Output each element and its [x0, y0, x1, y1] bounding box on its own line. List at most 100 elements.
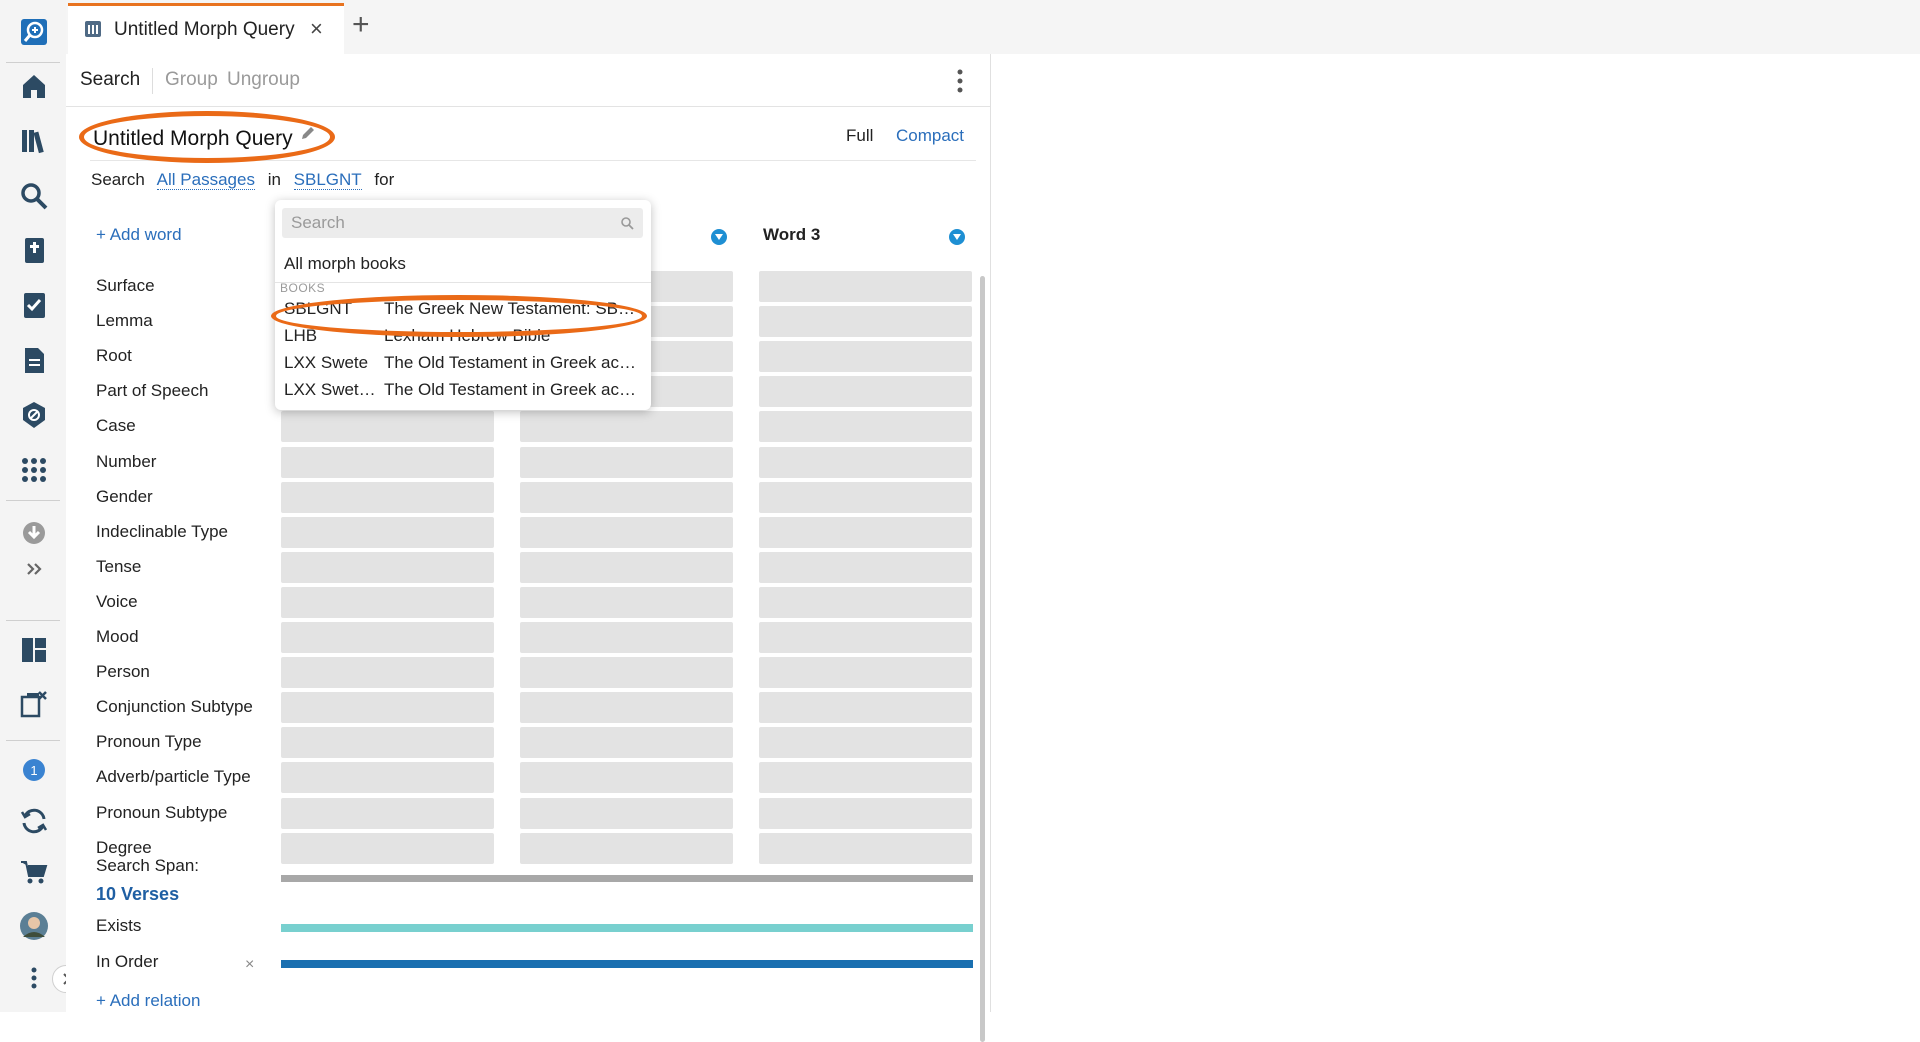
word-2-cell[interactable] — [520, 517, 733, 548]
word-3-cell[interactable] — [759, 482, 972, 513]
word-2-cell[interactable] — [520, 833, 733, 864]
sync-icon[interactable] — [16, 803, 52, 839]
exists-bar[interactable] — [281, 924, 973, 932]
group-button[interactable]: Group — [165, 69, 218, 91]
word-1-cell[interactable] — [281, 798, 494, 829]
in-order-bar[interactable] — [281, 960, 973, 968]
word-2-cell[interactable] — [520, 447, 733, 478]
word-1-cell[interactable] — [281, 552, 494, 583]
search-button[interactable]: Search — [80, 69, 140, 91]
word-2-cell[interactable] — [520, 587, 733, 618]
view-full-button[interactable]: Full — [846, 126, 873, 146]
logos-search-icon[interactable] — [16, 14, 52, 50]
book-search-input[interactable] — [282, 208, 643, 238]
more-icon[interactable] — [16, 960, 52, 996]
word-1-cell[interactable] — [281, 482, 494, 513]
word-2-cell[interactable] — [520, 622, 733, 653]
word-3-cell[interactable] — [759, 517, 972, 548]
library-icon[interactable] — [16, 123, 52, 159]
word-2-cell[interactable] — [520, 727, 733, 758]
add-relation-button[interactable]: + Add relation — [96, 991, 200, 1011]
word-2-menu-icon[interactable] — [711, 229, 727, 245]
word-2-cell[interactable] — [520, 552, 733, 583]
word-1-cell[interactable] — [281, 587, 494, 618]
document-icon[interactable] — [16, 342, 52, 378]
word-1-cell[interactable] — [281, 517, 494, 548]
expand-icon[interactable] — [16, 551, 52, 587]
tab-untitled-morph-query[interactable]: Untitled Morph Query × — [68, 3, 344, 54]
word-3-cell[interactable] — [759, 762, 972, 793]
tab-title: Untitled Morph Query — [114, 19, 295, 40]
word-1-cell[interactable] — [281, 411, 494, 442]
word-3-cell[interactable] — [759, 833, 972, 864]
notifications-icon[interactable]: 1 — [16, 752, 52, 788]
checklist-icon[interactable] — [16, 287, 52, 323]
word-3-cell[interactable] — [759, 411, 972, 442]
close-panels-icon[interactable] — [16, 686, 52, 722]
word-2-cell[interactable] — [520, 798, 733, 829]
apps-grid-icon[interactable] — [16, 452, 52, 488]
word-1-cell[interactable] — [281, 622, 494, 653]
search-span-bar[interactable] — [281, 875, 973, 882]
word-1-cell[interactable] — [281, 447, 494, 478]
all-morph-books-option[interactable]: All morph books — [284, 254, 406, 274]
word-1-cell[interactable] — [281, 727, 494, 758]
word-3-cell[interactable] — [759, 798, 972, 829]
word-2-cell[interactable] — [520, 657, 733, 688]
view-compact-button[interactable]: Compact — [896, 126, 964, 146]
search-span-value[interactable]: 10 Verses — [96, 884, 179, 905]
row-label: Pronoun Subtype — [96, 803, 228, 822]
word-2-cell[interactable] — [520, 762, 733, 793]
word-3-cell[interactable] — [759, 692, 972, 723]
word-3-cell[interactable] — [759, 587, 972, 618]
edit-title-icon[interactable] — [300, 125, 316, 141]
row-label: Surface — [96, 276, 155, 295]
word-3-cell[interactable] — [759, 306, 972, 337]
word-2-cell[interactable] — [520, 482, 733, 513]
row-label: Adverb/particle Type — [96, 767, 251, 786]
book-option-lhb[interactable]: LHB Lexham Hebrew Bible — [275, 324, 651, 350]
word-3-cell[interactable] — [759, 271, 972, 302]
home-icon[interactable] — [16, 68, 52, 104]
books-section-label: BOOKS — [280, 281, 326, 295]
panel-menu-icon[interactable] — [956, 68, 964, 94]
book-selector[interactable]: SBLGNT — [293, 170, 362, 190]
add-word-button[interactable]: + Add word — [96, 225, 182, 245]
bible-icon[interactable] — [16, 232, 52, 268]
word-1-cell[interactable] — [281, 692, 494, 723]
row-label: Gender — [96, 487, 153, 506]
word-3-cell[interactable] — [759, 341, 972, 372]
add-tab-button[interactable]: + — [352, 8, 370, 42]
word-2-cell[interactable] — [520, 692, 733, 723]
word-2-cell[interactable] — [520, 411, 733, 442]
layouts-icon[interactable] — [16, 632, 52, 668]
remove-relation-icon[interactable]: × — [245, 956, 254, 974]
book-option-lxx-swete[interactable]: LXX Swete The Old Testament in Greek acc… — [275, 351, 651, 377]
query-title[interactable]: Untitled Morph Query — [93, 127, 293, 151]
cart-icon[interactable] — [16, 854, 52, 890]
search-icon — [621, 217, 634, 230]
word-1-cell[interactable] — [281, 657, 494, 688]
in-order-label: In Order — [96, 952, 159, 971]
ungroup-button[interactable]: Ungroup — [227, 69, 300, 91]
word-3-menu-icon[interactable] — [949, 229, 965, 245]
word-3-cell[interactable] — [759, 552, 972, 583]
word-3-cell[interactable] — [759, 657, 972, 688]
word-3-cell[interactable] — [759, 376, 972, 407]
word-3-cell[interactable] — [759, 622, 972, 653]
book-option-lxx-swete-apocrypha[interactable]: LXX Swete Apocrypha The Old Testament in… — [275, 378, 651, 404]
vertical-scrollbar[interactable] — [980, 276, 985, 1042]
shield-icon[interactable] — [16, 397, 52, 433]
download-icon[interactable] — [16, 515, 52, 551]
word-3-cell[interactable] — [759, 727, 972, 758]
word-1-cell[interactable] — [281, 833, 494, 864]
word-3-cell[interactable] — [759, 447, 972, 478]
book-option-sblgnt[interactable]: SBLGNT The Greek New Testament: SBL Edit… — [275, 297, 651, 323]
search-icon[interactable] — [16, 178, 52, 214]
close-tab-icon[interactable]: × — [310, 16, 323, 42]
morph-query-panel: Search Group Ungroup Untitled Morph Quer… — [66, 54, 991, 1042]
word-1-cell[interactable] — [281, 762, 494, 793]
avatar[interactable] — [16, 908, 52, 944]
row-label: Conjunction Subtype — [96, 697, 253, 716]
range-selector[interactable]: All Passages — [156, 170, 255, 190]
